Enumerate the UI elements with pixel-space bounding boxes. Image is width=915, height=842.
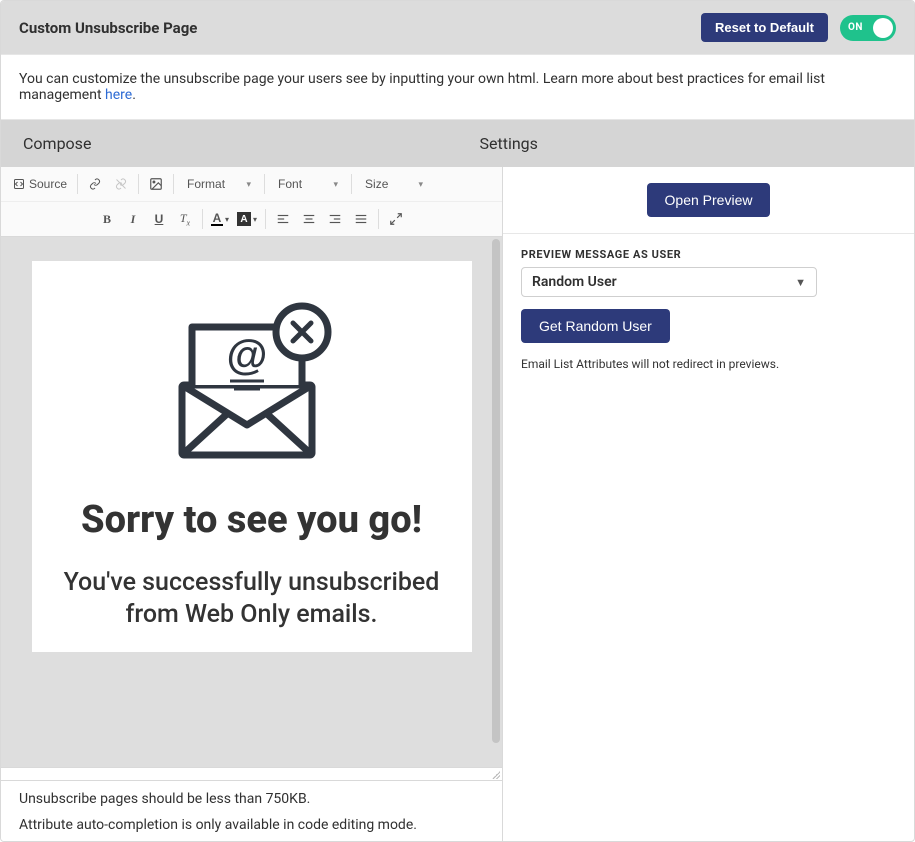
- toggle-label: ON: [848, 22, 863, 33]
- preview-user-select[interactable]: Random User ▼: [521, 267, 817, 297]
- separator: [77, 174, 78, 194]
- tab-bar: Compose Settings: [1, 120, 914, 167]
- image-icon: [149, 177, 163, 191]
- svg-text:@: @: [226, 331, 267, 378]
- get-random-user-button[interactable]: Get Random User: [521, 309, 670, 343]
- text-color-button[interactable]: A▾: [207, 206, 233, 232]
- hint-size: Unsubscribe pages should be less than 75…: [19, 791, 484, 807]
- chevron-down-icon: ▼: [795, 276, 806, 289]
- bg-color-icon: A: [237, 212, 251, 226]
- editor-canvas-area[interactable]: @: [1, 237, 502, 767]
- unlink-icon: [114, 178, 128, 190]
- info-banner: You can customize the unsubscribe page y…: [1, 54, 914, 120]
- format-label: Format: [187, 177, 225, 191]
- clear-format-icon: Tx: [180, 211, 190, 227]
- align-left-button[interactable]: [270, 206, 296, 232]
- source-button[interactable]: Source: [7, 171, 73, 197]
- separator: [378, 209, 379, 229]
- text-color-icon: A: [211, 212, 223, 226]
- toolbar-row-2: B I U Tx A▾ A▾: [1, 201, 502, 236]
- align-right-icon: [328, 212, 342, 226]
- settings-preview-row: Open Preview: [503, 167, 914, 234]
- tab-settings[interactable]: Settings: [458, 120, 915, 167]
- settings-body: PREVIEW MESSAGE AS USER Random User ▼ Ge…: [503, 234, 914, 385]
- panel-title: Custom Unsubscribe Page: [19, 19, 197, 37]
- bold-button[interactable]: B: [94, 206, 120, 232]
- chevron-down-icon: ▾: [225, 215, 229, 224]
- separator: [264, 174, 265, 194]
- canvas-heading: Sorry to see you go!: [52, 499, 452, 543]
- separator: [351, 174, 352, 194]
- image-button[interactable]: [143, 171, 169, 197]
- header-actions: Reset to Default ON: [701, 13, 896, 42]
- size-select[interactable]: Size ▾: [356, 171, 432, 197]
- canvas-subtext: You've successfully unsubscribed from We…: [52, 567, 452, 632]
- underline-icon: U: [155, 212, 164, 226]
- separator: [173, 174, 174, 194]
- bold-icon: B: [103, 212, 111, 227]
- link-button[interactable]: [82, 171, 108, 197]
- maximize-button[interactable]: [383, 206, 409, 232]
- unlink-button[interactable]: [108, 171, 134, 197]
- enable-toggle[interactable]: ON: [840, 15, 896, 41]
- settings-note: Email List Attributes will not redirect …: [521, 357, 896, 371]
- info-text-after: .: [132, 87, 136, 103]
- underline-button[interactable]: U: [146, 206, 172, 232]
- chevron-down-icon: ▾: [334, 179, 339, 190]
- panel-body: Source Format ▾: [1, 167, 914, 841]
- font-select[interactable]: Font ▾: [269, 171, 347, 197]
- link-icon: [88, 178, 102, 190]
- separator: [202, 209, 203, 229]
- align-right-button[interactable]: [322, 206, 348, 232]
- reset-default-button[interactable]: Reset to Default: [701, 13, 828, 42]
- align-justify-button[interactable]: [348, 206, 374, 232]
- format-select[interactable]: Format ▾: [178, 171, 260, 197]
- envelope-icon: @: [162, 297, 342, 467]
- align-justify-icon: [354, 212, 368, 226]
- bg-color-button[interactable]: A▾: [233, 206, 261, 232]
- hints-area: Unsubscribe pages should be less than 75…: [1, 781, 502, 841]
- info-text: You can customize the unsubscribe page y…: [19, 71, 825, 103]
- hint-autocomplete: Attribute auto-completion is only availa…: [19, 817, 484, 833]
- align-left-icon: [276, 212, 290, 226]
- preview-canvas: @: [32, 261, 472, 652]
- vertical-scrollbar[interactable]: [492, 239, 500, 743]
- toolbar-row-1: Source Format ▾: [1, 167, 502, 201]
- unsubscribe-panel: Custom Unsubscribe Page Reset to Default…: [0, 0, 915, 842]
- source-label: Source: [29, 177, 67, 191]
- separator: [265, 209, 266, 229]
- align-center-icon: [302, 212, 316, 226]
- open-preview-button[interactable]: Open Preview: [647, 183, 771, 217]
- chevron-down-icon: ▾: [419, 179, 424, 190]
- settings-column: Open Preview PREVIEW MESSAGE AS USER Ran…: [503, 167, 914, 841]
- italic-button[interactable]: I: [120, 206, 146, 232]
- preview-user-label: PREVIEW MESSAGE AS USER: [521, 248, 896, 261]
- source-icon: [13, 178, 25, 190]
- maximize-icon: [389, 212, 403, 226]
- panel-header: Custom Unsubscribe Page Reset to Default…: [1, 1, 914, 54]
- italic-icon: I: [131, 212, 136, 227]
- editor-toolbar: Source Format ▾: [1, 167, 502, 237]
- chevron-down-icon: ▾: [247, 179, 252, 190]
- font-label: Font: [278, 177, 302, 191]
- envelope-illustration: @: [162, 297, 342, 471]
- preview-user-value: Random User: [532, 274, 617, 290]
- separator: [138, 174, 139, 194]
- align-center-button[interactable]: [296, 206, 322, 232]
- chevron-down-icon: ▾: [253, 215, 257, 224]
- info-link[interactable]: here: [105, 87, 132, 103]
- toggle-knob: [873, 18, 893, 38]
- tab-compose[interactable]: Compose: [1, 120, 458, 167]
- compose-column: Source Format ▾: [1, 167, 503, 841]
- size-label: Size: [365, 177, 388, 191]
- resize-handle[interactable]: [1, 767, 502, 781]
- clear-format-button[interactable]: Tx: [172, 206, 198, 232]
